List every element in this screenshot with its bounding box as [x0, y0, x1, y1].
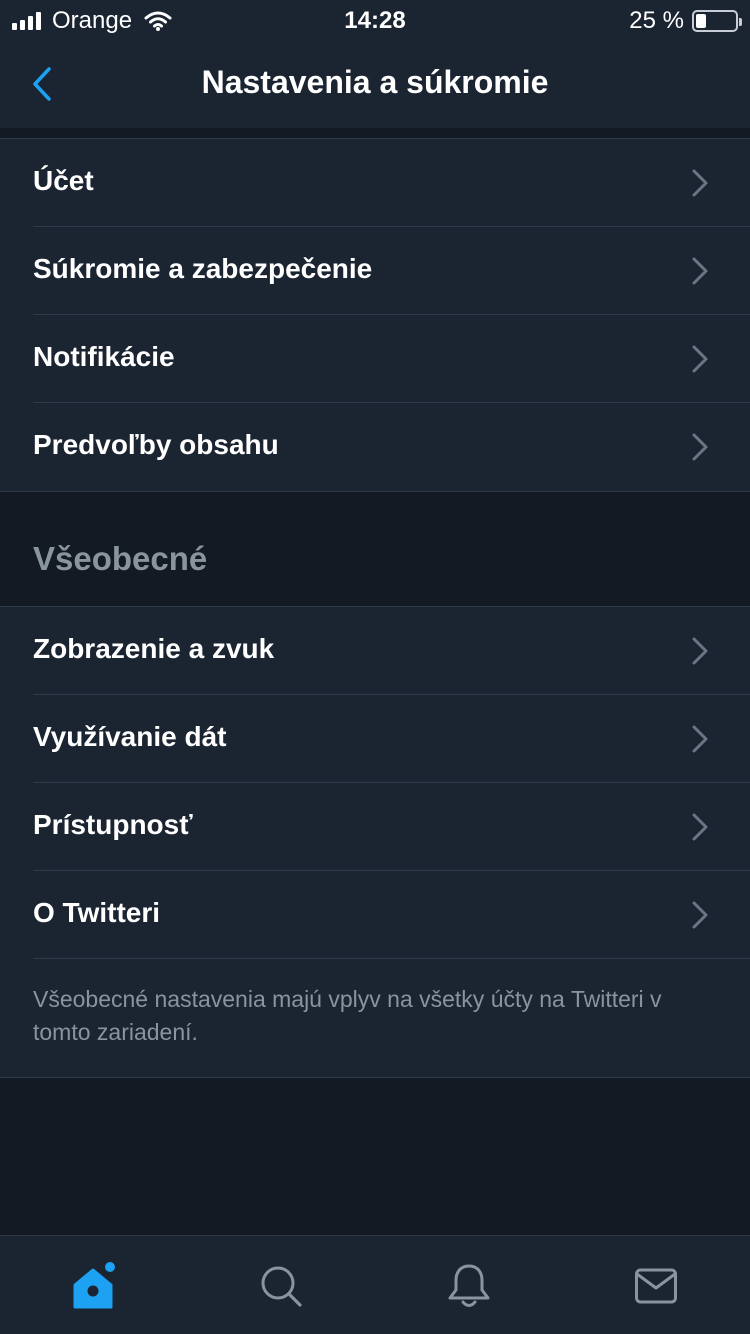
- account-settings-group: Účet Súkromie a zabezpečenie Notifikácie…: [0, 138, 750, 492]
- chevron-right-icon: [692, 433, 708, 461]
- general-settings-group: Zobrazenie a zvuk Využívanie dát Prístup…: [0, 606, 750, 1078]
- settings-item-notifications[interactable]: Notifikácie: [0, 315, 750, 403]
- settings-item-accessibility[interactable]: Prístupnosť: [0, 783, 750, 871]
- battery-fill: [696, 14, 706, 28]
- chevron-right-icon: [692, 637, 708, 665]
- chevron-right-icon: [692, 725, 708, 753]
- tab-home[interactable]: [0, 1236, 188, 1334]
- settings-item-account[interactable]: Účet: [0, 139, 750, 227]
- settings-item-label: Prístupnosť: [33, 809, 193, 840]
- mail-icon: [635, 1268, 678, 1303]
- nav-bar: Nastavenia a súkromie: [0, 40, 750, 128]
- chevron-right-icon: [692, 257, 708, 285]
- chevron-right-icon: [692, 901, 708, 929]
- page-title: Nastavenia a súkromie: [201, 64, 549, 100]
- status-right: 25 %: [629, 7, 742, 35]
- chevron-right-icon: [692, 813, 708, 841]
- settings-item-label: Zobrazenie a zvuk: [33, 633, 275, 664]
- settings-item-label: O Twitteri: [33, 897, 161, 928]
- chevron-right-icon: [692, 169, 708, 197]
- settings-item-label: Účet: [33, 165, 94, 196]
- settings-item-display-sound[interactable]: Zobrazenie a zvuk: [0, 607, 750, 695]
- battery-tip: [739, 18, 742, 26]
- settings-screen: Orange 14:28 25 % Nastavenia a súkromie …: [0, 0, 750, 1334]
- settings-item-label: Využívanie dát: [33, 721, 227, 752]
- tab-search[interactable]: [188, 1236, 376, 1334]
- settings-item-privacy[interactable]: Súkromie a zabezpečenie: [0, 227, 750, 315]
- home-icon: [73, 1261, 115, 1308]
- settings-item-label: Predvoľby obsahu: [33, 429, 279, 460]
- chevron-right-icon: [692, 345, 708, 373]
- tab-notifications[interactable]: [375, 1236, 563, 1334]
- tab-messages[interactable]: [563, 1236, 750, 1334]
- tab-bar: [0, 1235, 750, 1334]
- bell-icon: [448, 1264, 490, 1307]
- general-settings-note: Všeobecné nastavenia majú vplyv na všetk…: [33, 986, 662, 1045]
- divider: [33, 958, 750, 959]
- battery-icon: [692, 10, 742, 32]
- battery-percent: 25 %: [629, 7, 684, 34]
- settings-item-content-preferences[interactable]: Predvoľby obsahu: [0, 403, 750, 491]
- settings-item-label: Súkromie a zabezpečenie: [33, 253, 373, 284]
- section-header-general: Všeobecné: [33, 540, 208, 577]
- spacer: [0, 128, 750, 138]
- settings-item-about-twitter[interactable]: O Twitteri: [0, 871, 750, 959]
- settings-item-data-usage[interactable]: Využívanie dát: [0, 695, 750, 783]
- status-bar: Orange 14:28 25 %: [0, 0, 750, 40]
- settings-item-label: Notifikácie: [33, 341, 175, 372]
- search-icon: [261, 1266, 302, 1307]
